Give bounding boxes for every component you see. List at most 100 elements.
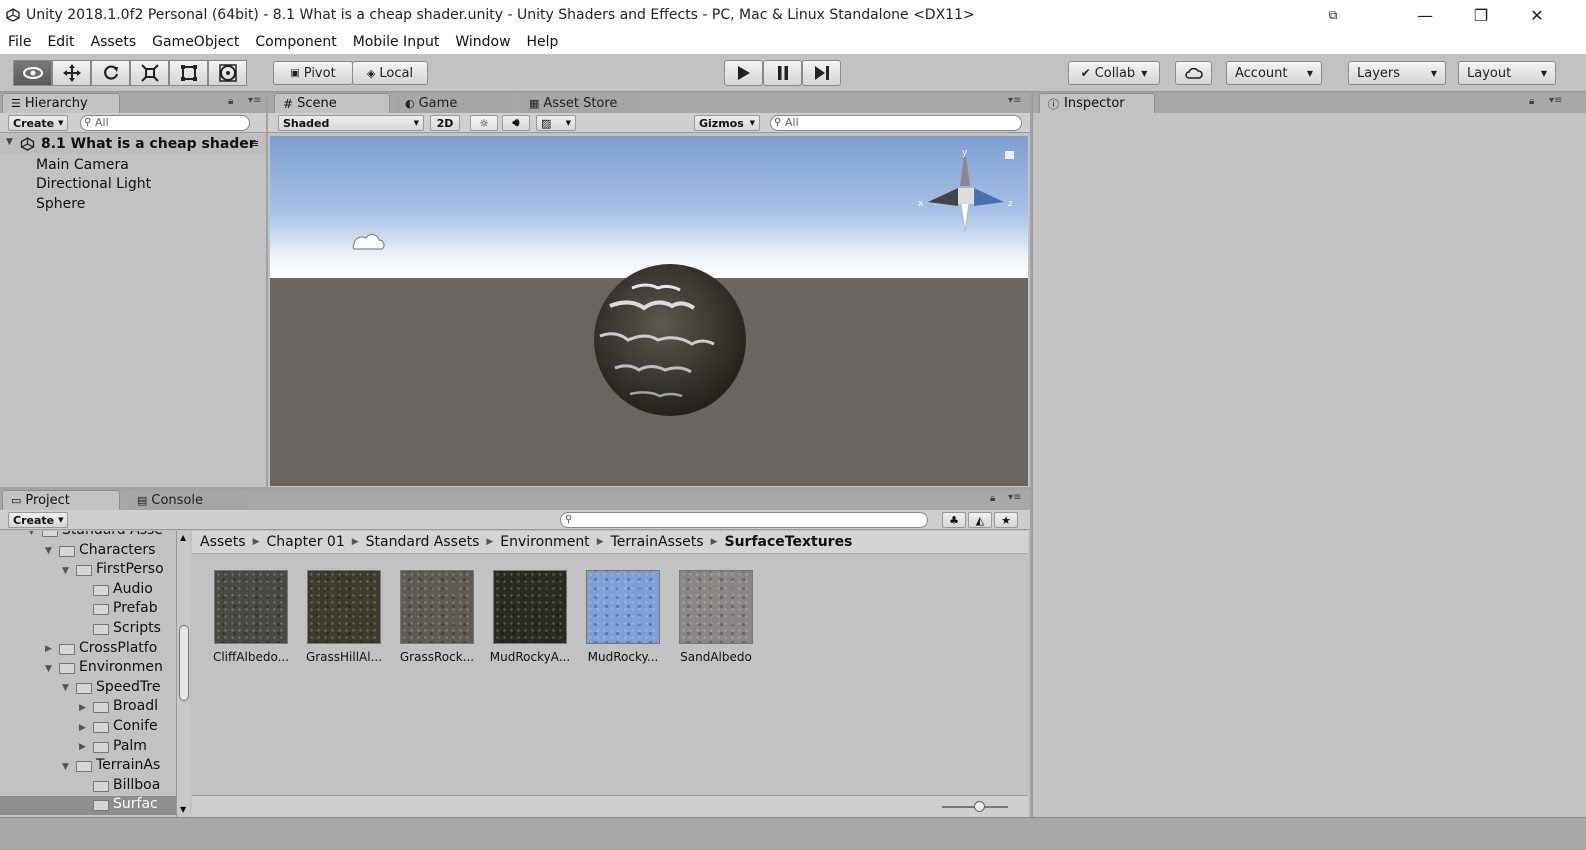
panel-menu-icon[interactable]: ▾≡: [1008, 95, 1021, 106]
breadcrumb-standard-assets[interactable]: Standard Assets: [366, 534, 480, 550]
audio-toggle[interactable]: 🔊︎: [502, 115, 530, 131]
collapsed-triangle-icon[interactable]: ▶: [45, 644, 57, 654]
expanded-triangle-icon[interactable]: ▼: [45, 546, 57, 556]
tree-scrollbar[interactable]: ▲ ▼: [176, 531, 190, 817]
asset-thumbnail[interactable]: [307, 570, 381, 644]
folder-tree-item[interactable]: Prefab: [0, 600, 176, 619]
tab-scene[interactable]: # Scene: [274, 93, 390, 113]
tab-hierarchy[interactable]: ☰ Hierarchy: [2, 93, 120, 113]
lock-icon[interactable]: 🔒︎: [1529, 96, 1534, 107]
gizmos-dropdown[interactable]: Gizmos ▼: [694, 115, 760, 131]
filter-by-label-button[interactable]: ◭: [968, 512, 992, 528]
project-search-input[interactable]: ⚲: [560, 512, 928, 528]
panel-menu-icon[interactable]: ▾≡: [248, 95, 261, 106]
folder-tree-item[interactable]: Billboa: [0, 777, 176, 796]
expanded-triangle-icon[interactable]: ▼: [62, 566, 74, 576]
asset-thumbnail[interactable]: [214, 570, 288, 644]
scroll-up-icon[interactable]: ▲: [180, 533, 186, 542]
maximize-button[interactable]: ❐: [1458, 0, 1504, 30]
collapsed-triangle-icon[interactable]: ▶: [79, 703, 91, 713]
tab-game[interactable]: ◐ Game: [396, 93, 512, 113]
folder-tree-item[interactable]: ▼ TerrainAs: [0, 757, 176, 776]
window-snap-icon[interactable]: ⧉: [1312, 0, 1354, 30]
menu-assets[interactable]: Assets: [83, 34, 145, 50]
tab-asset-store[interactable]: ▦ Asset Store: [520, 93, 640, 113]
scene-search-input[interactable]: ⚲ All: [770, 115, 1022, 131]
expanded-triangle-icon[interactable]: ▼: [45, 664, 57, 674]
scene-menu-icon[interactable]: ≡: [250, 137, 259, 150]
breadcrumb-assets[interactable]: Assets: [200, 534, 246, 550]
panel-menu-icon[interactable]: ▾≡: [1008, 492, 1021, 503]
folder-tree-item[interactable]: ▶ Conife: [0, 718, 176, 737]
menu-file[interactable]: File: [0, 34, 39, 50]
pivot-button[interactable]: ▣ Pivot: [273, 61, 353, 85]
tab-inspector[interactable]: ⓘ Inspector: [1039, 93, 1155, 113]
filter-by-type-button[interactable]: ♣: [942, 512, 966, 528]
hierarchy-item-directional-light[interactable]: Directional Light: [36, 176, 151, 192]
transform-tool-button[interactable]: [208, 60, 247, 86]
layers-dropdown[interactable]: Layers ▼: [1348, 61, 1446, 85]
step-button[interactable]: [802, 60, 841, 86]
folder-tree-item[interactable]: Scripts: [0, 620, 176, 639]
folder-tree-item[interactable]: ▼ SpeedTre: [0, 679, 176, 698]
local-button[interactable]: ◈ Local: [352, 61, 428, 85]
tab-console[interactable]: ▤ Console: [128, 490, 248, 510]
menu-help[interactable]: Help: [519, 34, 567, 50]
menu-gameobject[interactable]: GameObject: [144, 34, 247, 50]
folder-tree-item[interactable]: ▶ CrossPlatfo: [0, 640, 176, 659]
lock-icon[interactable]: 🔒︎: [228, 96, 233, 107]
menu-edit[interactable]: Edit: [39, 34, 82, 50]
layout-dropdown[interactable]: Layout ▼: [1458, 61, 1556, 85]
folder-tree-item[interactable]: ▼ Standard Asse: [0, 531, 176, 541]
asset-size-slider-thumb[interactable]: [974, 801, 985, 812]
2d-toggle[interactable]: 2D: [430, 115, 460, 131]
menu-mobile-input[interactable]: Mobile Input: [345, 34, 448, 50]
folder-tree-item[interactable]: ▼ FirstPerso: [0, 561, 176, 580]
hierarchy-item-main-camera[interactable]: Main Camera: [36, 157, 129, 173]
lock-icon[interactable]: 🔒︎: [990, 493, 995, 504]
folder-tree-item[interactable]: ▼ Environmen: [0, 659, 176, 678]
expand-triangle-icon[interactable]: ▼: [6, 137, 13, 147]
cloud-button[interactable]: [1175, 61, 1212, 85]
asset-thumbnail[interactable]: [679, 570, 753, 644]
collapsed-triangle-icon[interactable]: ▶: [79, 742, 91, 752]
breadcrumb-surfacetextures[interactable]: SurfaceTextures: [725, 534, 853, 550]
folder-tree-item[interactable]: ▶ Palm: [0, 738, 176, 757]
tree-scroll-thumb[interactable]: [179, 625, 189, 701]
panel-menu-icon[interactable]: ▾≡: [1549, 95, 1562, 106]
minimize-button[interactable]: —: [1402, 0, 1448, 30]
scene-root-row[interactable]: ▼ 8.1 What is a cheap shader ≡: [0, 134, 266, 154]
tab-project[interactable]: ▭ Project: [2, 490, 120, 510]
scene-render[interactable]: y x z: [270, 136, 1028, 486]
folder-tree-item[interactable]: Audio: [0, 581, 176, 600]
menu-window[interactable]: Window: [447, 34, 518, 50]
expanded-triangle-icon[interactable]: ▼: [62, 683, 74, 693]
sphere-object[interactable]: [594, 264, 746, 416]
effects-dropdown[interactable]: ▨ ▼: [536, 115, 576, 131]
hierarchy-create-dropdown[interactable]: Create ▼: [8, 115, 68, 131]
scroll-down-icon[interactable]: ▼: [180, 805, 186, 814]
account-dropdown[interactable]: Account ▼: [1226, 61, 1322, 85]
hierarchy-search-input[interactable]: ⚲ All: [80, 115, 250, 131]
view-tool-button[interactable]: [13, 60, 52, 86]
menu-component[interactable]: Component: [247, 34, 344, 50]
pause-button[interactable]: [763, 60, 802, 86]
project-create-dropdown[interactable]: Create ▼: [8, 512, 68, 528]
asset-thumbnail[interactable]: [493, 570, 567, 644]
play-button[interactable]: [724, 60, 763, 86]
rotate-tool-button[interactable]: [91, 60, 130, 86]
rect-tool-button[interactable]: [169, 60, 208, 86]
scale-tool-button[interactable]: [130, 60, 169, 86]
breadcrumb-environment[interactable]: Environment: [500, 534, 589, 550]
asset-thumbnail[interactable]: [586, 570, 660, 644]
folder-tree-item[interactable]: ▼ Characters: [0, 542, 176, 561]
move-tool-button[interactable]: [52, 60, 91, 86]
collab-dropdown[interactable]: ✔ Collab ▼: [1068, 61, 1160, 85]
lighting-toggle[interactable]: ☼: [470, 115, 498, 131]
expanded-triangle-icon[interactable]: ▼: [28, 531, 40, 537]
scene-viewport[interactable]: y x z: [270, 136, 1028, 486]
collapsed-triangle-icon[interactable]: ▶: [79, 723, 91, 733]
close-button[interactable]: ✕: [1514, 0, 1560, 30]
folder-tree-item[interactable]: Surfac: [0, 796, 176, 816]
asset-thumbnail[interactable]: [400, 570, 474, 644]
